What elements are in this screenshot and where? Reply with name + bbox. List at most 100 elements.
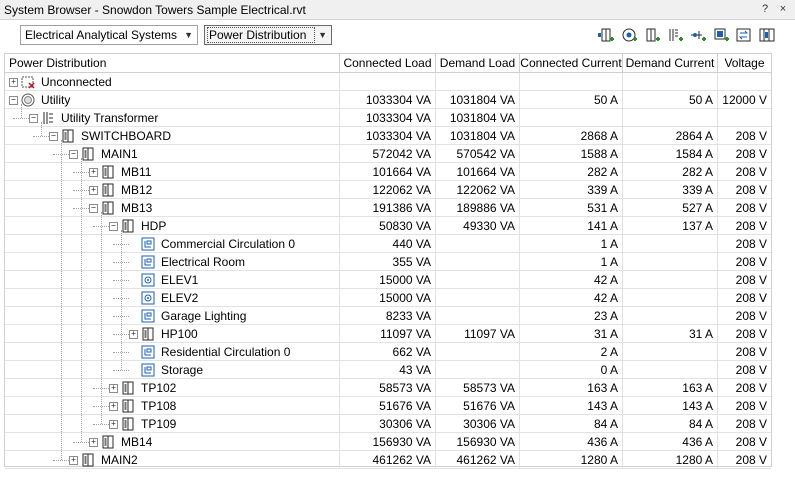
panel-icon (101, 165, 115, 179)
column-header-demand-load[interactable]: Demand Load (436, 54, 520, 72)
row-label: Utility (41, 93, 71, 107)
table-row[interactable]: ELEV2 15000 VA 42 A 208 V (5, 289, 771, 307)
panel-add-icon[interactable] (598, 27, 614, 43)
table-row[interactable]: − SWITCHBOARD 1033304 VA 1031804 VA 2868 A 28… (5, 127, 771, 145)
table-row[interactable]: + TP108 51676 VA 51676 VA 143 A 143 A 208 V (5, 397, 771, 415)
row-label: MB14 (121, 435, 153, 449)
view-filter-dropdown[interactable]: Power Distribution ▼ (204, 25, 332, 45)
demand-current-cell (623, 271, 718, 289)
demand-load-cell (436, 235, 520, 253)
demand-current-cell: 143 A (623, 397, 718, 415)
collapse-icon[interactable]: − (9, 96, 18, 105)
connected-load-cell: 1033304 VA (340, 109, 436, 127)
connected-current-cell: 141 A (520, 217, 623, 235)
table-row[interactable]: Storage 43 VA 0 A 208 V (5, 361, 771, 379)
equipment-icon (141, 273, 155, 287)
tree-line (33, 136, 49, 137)
table-row[interactable]: + MB14 156930 VA 156930 VA 436 A 436 A 208 V (5, 433, 771, 451)
connected-current-cell: 2 A (520, 343, 623, 361)
demand-load-cell: 49330 VA (436, 217, 520, 235)
voltage-cell: 208 V (718, 307, 771, 325)
row-label: TP109 (141, 417, 177, 431)
column-header-voltage[interactable]: Voltage (718, 54, 771, 72)
connected-current-cell: 1 A (520, 253, 623, 271)
connected-current-cell (520, 109, 623, 127)
tree-guide (121, 230, 122, 370)
chevron-down-icon: ▼ (184, 30, 193, 40)
collapse-icon[interactable]: − (29, 114, 38, 123)
row-label: SWITCHBOARD (81, 129, 171, 143)
help-button[interactable]: ? (758, 2, 772, 16)
tree-line (53, 460, 69, 461)
circle-target-icon[interactable] (621, 27, 637, 43)
transformer-icon (41, 111, 55, 125)
table-row[interactable]: Residential Circulation 0 662 VA 2 A 208 V (5, 343, 771, 361)
demand-current-cell (623, 361, 718, 379)
row-label: MB11 (121, 165, 152, 179)
collapse-icon[interactable]: − (69, 150, 78, 159)
table-row[interactable]: Garage Lighting 8233 VA 23 A 208 V (5, 307, 771, 325)
column-header-connected-current[interactable]: Connected Current (520, 54, 623, 72)
demand-load-cell (436, 343, 520, 361)
name-cell: + HP100 (5, 325, 340, 343)
demand-current-cell: 1584 A (623, 145, 718, 163)
expand-icon[interactable]: + (69, 456, 78, 465)
expand-icon[interactable]: + (129, 330, 138, 339)
table-row[interactable]: + TP109 30306 VA 30306 VA 84 A 84 A 208 V (5, 415, 771, 433)
collapse-icon[interactable]: − (49, 132, 58, 141)
tree-line (113, 370, 129, 371)
table-row[interactable]: − MB13 191386 VA 189886 VA 531 A 527 A 208 V (5, 199, 771, 217)
expand-icon[interactable]: + (89, 186, 98, 195)
close-button[interactable]: × (776, 2, 790, 16)
name-cell: + TP102 (5, 379, 340, 397)
table-row[interactable]: Commercial Circulation 0 440 VA 1 A 208 V (5, 235, 771, 253)
row-label: ELEV1 (161, 273, 199, 287)
voltage-cell: 208 V (718, 433, 771, 451)
column-header-demand-current[interactable]: Demand Current (623, 54, 718, 72)
name-cell: − Utility Transformer (5, 109, 340, 127)
collapse-icon[interactable]: − (89, 204, 98, 213)
panel-arrow-icon[interactable] (644, 27, 660, 43)
table-row[interactable]: + MB12 122062 VA 122062 VA 339 A 339 A 208 V (5, 181, 771, 199)
table-row[interactable]: − Utility 1033304 VA 1031804 VA 50 A 50 A 1200… (5, 91, 771, 109)
collapse-icon[interactable]: − (109, 222, 118, 231)
connected-load-cell: 50830 VA (340, 217, 436, 235)
table-row[interactable]: + TP102 58573 VA 58573 VA 163 A 163 A 208 V (5, 379, 771, 397)
connector-icon[interactable] (690, 27, 706, 43)
expand-icon[interactable]: + (109, 420, 118, 429)
name-cell: + TP108 (5, 397, 340, 415)
voltage-cell: 208 V (718, 379, 771, 397)
expand-icon[interactable]: + (89, 438, 98, 447)
table-row[interactable]: + Unconnected (5, 73, 771, 91)
expand-icon[interactable]: + (9, 78, 18, 87)
name-cell: ELEV2 (5, 289, 340, 307)
expand-icon[interactable]: + (89, 168, 98, 177)
table-row[interactable]: − HDP 50830 VA 49330 VA 141 A 137 A 208 V (5, 217, 771, 235)
demand-current-cell (623, 343, 718, 361)
connected-current-cell: 42 A (520, 271, 623, 289)
add-element-icon[interactable] (713, 27, 729, 43)
settings-grid-icon[interactable] (759, 27, 775, 43)
system-filter-dropdown[interactable]: Electrical Analytical Systems ▼ (20, 25, 198, 45)
table-row[interactable]: − Utility Transformer 1033304 VA 1031804 VA (5, 109, 771, 127)
demand-load-cell: 156930 VA (436, 433, 520, 451)
table-row[interactable]: + HP100 11097 VA 11097 VA 31 A 31 A 208 V (5, 325, 771, 343)
table-row[interactable]: + MAIN2 461262 VA 461262 VA 1280 A 1280 A 208 … (5, 451, 771, 469)
tree-line (93, 424, 109, 425)
row-label: Storage (161, 363, 204, 377)
refresh-icon[interactable] (736, 27, 752, 43)
column-header-name[interactable]: Power Distribution (5, 54, 340, 72)
table-row[interactable]: ELEV1 15000 VA 42 A 208 V (5, 271, 771, 289)
demand-current-cell: 84 A (623, 415, 718, 433)
table-row[interactable]: Electrical Room 355 VA 1 A 208 V (5, 253, 771, 271)
expand-icon[interactable]: + (109, 402, 118, 411)
panel-icon (101, 435, 115, 449)
voltage-cell: 208 V (718, 325, 771, 343)
connected-load-cell: 43 VA (340, 361, 436, 379)
expand-icon[interactable]: + (109, 384, 118, 393)
column-header-connected-load[interactable]: Connected Load (340, 54, 436, 72)
table-row[interactable]: + MB11 101664 VA 101664 VA 282 A 282 A 208 V (5, 163, 771, 181)
transformer-icon[interactable] (667, 27, 683, 43)
table-row[interactable]: − MAIN1 572042 VA 570542 VA 1588 A 1584 A 208 … (5, 145, 771, 163)
circuit-icon (141, 363, 155, 377)
